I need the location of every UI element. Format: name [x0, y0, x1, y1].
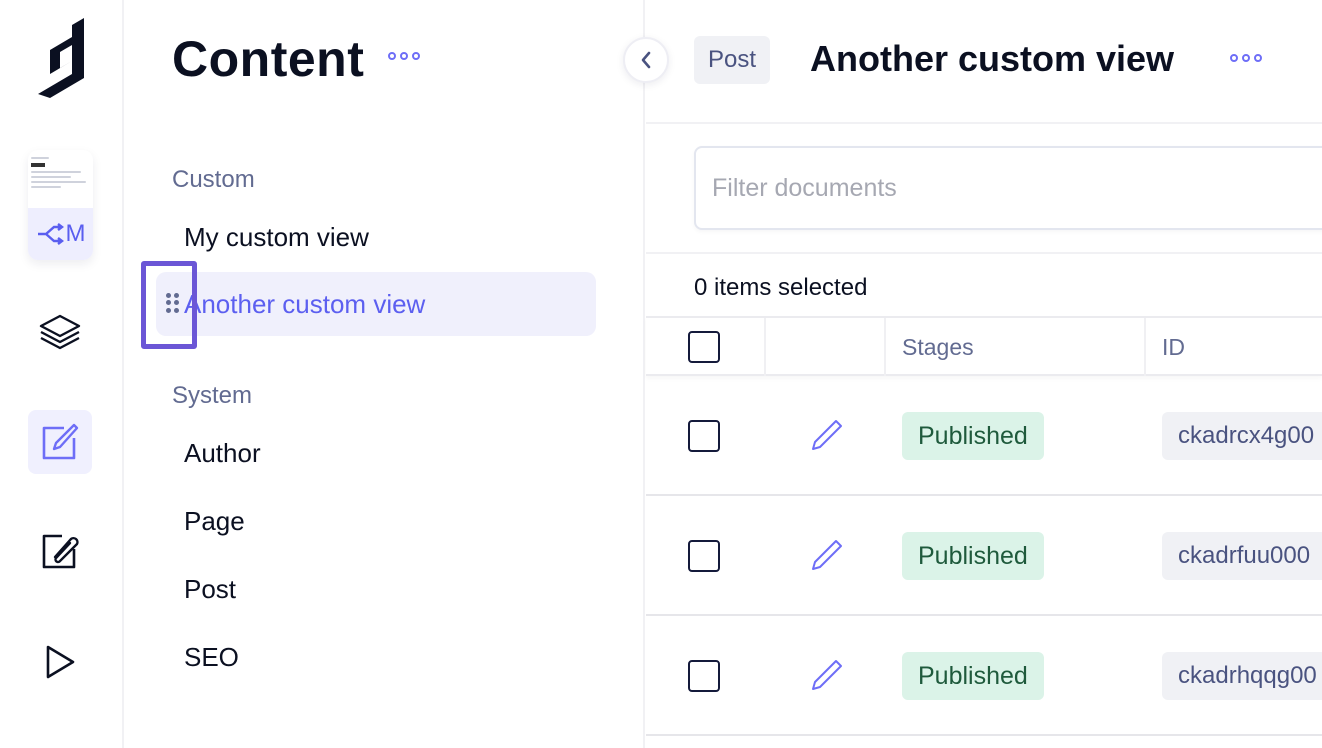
sidebar-item-label: SEO: [184, 641, 239, 672]
sidebar-item-label: Page: [184, 505, 245, 536]
content-sidebar: Content Custom My custom view Another cu…: [124, 0, 645, 748]
sidebar-item-label: Author: [184, 437, 261, 468]
migration-preview-card[interactable]: M: [28, 150, 93, 260]
stages-column-header[interactable]: Stages: [886, 318, 1146, 376]
assets-nav-button[interactable]: [28, 519, 92, 583]
sidebar-item-label: Another custom view: [184, 288, 426, 319]
table-header: Stages ID: [646, 316, 1322, 376]
status-badge: Published: [902, 412, 1044, 460]
id-cell: ckadrfuu000: [1162, 532, 1322, 580]
view-title: Another custom view: [810, 38, 1175, 79]
table-row[interactable]: Published ckadrcx4g00: [646, 376, 1322, 496]
drag-handle-icon[interactable]: [166, 293, 179, 313]
actions-column-header: [766, 318, 886, 376]
row-checkbox[interactable]: [688, 540, 720, 572]
playground-nav-button[interactable]: [28, 630, 92, 694]
play-icon: [46, 645, 75, 679]
more-dots-icon[interactable]: [1230, 54, 1262, 62]
id-cell: ckadrhqqg00: [1162, 652, 1322, 700]
paperclip-square-icon: [42, 534, 79, 569]
table-row[interactable]: Published ckadrhqqg00: [646, 616, 1322, 736]
sidebar-item-another-custom-view[interactable]: Another custom view: [156, 272, 596, 336]
status-badge: Published: [902, 532, 1044, 580]
preview-thumbnail: [28, 150, 93, 205]
selection-bar: 0 items selected: [646, 252, 1322, 318]
id-column-header[interactable]: ID: [1146, 318, 1322, 376]
select-all-column: [646, 318, 766, 376]
row-checkbox[interactable]: [688, 660, 720, 692]
content-nav-button[interactable]: [28, 410, 92, 474]
sidebar-item-my-custom-view[interactable]: My custom view: [156, 205, 596, 269]
sidebar-title: Content: [172, 31, 365, 87]
select-all-checkbox[interactable]: [688, 331, 720, 363]
row-checkbox[interactable]: [688, 420, 720, 452]
model-badge: Post: [694, 36, 771, 84]
migrate-icon: M: [28, 208, 93, 260]
hygraph-logo-icon[interactable]: [36, 16, 86, 98]
view-header: Post Another custom view: [646, 0, 1322, 124]
status-badge: Published: [902, 652, 1044, 700]
sidebar-item-seo[interactable]: SEO: [156, 625, 596, 689]
selection-count: 0 items selected: [694, 274, 868, 301]
sidebar-item-page[interactable]: Page: [156, 489, 596, 553]
schema-nav-button[interactable]: [28, 300, 92, 364]
sidebar-item-author[interactable]: Author: [156, 421, 596, 485]
collapse-sidebar-button[interactable]: [623, 37, 669, 83]
documents-table: Stages ID Published ckadrcx4g00 Publishe…: [646, 316, 1322, 736]
group-label-system: System: [172, 382, 253, 409]
layers-icon: [39, 314, 81, 350]
pencil-icon[interactable]: [810, 538, 844, 572]
group-label-custom: Custom: [172, 166, 255, 193]
sidebar-item-label: My custom view: [184, 221, 369, 252]
id-cell: ckadrcx4g00: [1162, 412, 1322, 460]
table-row[interactable]: Published ckadrfuu000: [646, 496, 1322, 616]
pencil-icon[interactable]: [810, 418, 844, 452]
chevron-left-icon: [641, 51, 651, 69]
filter-documents-input[interactable]: [694, 146, 1322, 230]
sidebar-item-label: Post: [184, 573, 237, 604]
app-rail: M: [0, 0, 124, 748]
main-panel: Post Another custom view 0 items selecte…: [646, 0, 1322, 748]
more-dots-icon[interactable]: [388, 52, 420, 60]
edit-square-icon: [42, 423, 79, 460]
sidebar-item-post[interactable]: Post: [156, 557, 596, 621]
pencil-icon[interactable]: [810, 658, 844, 692]
